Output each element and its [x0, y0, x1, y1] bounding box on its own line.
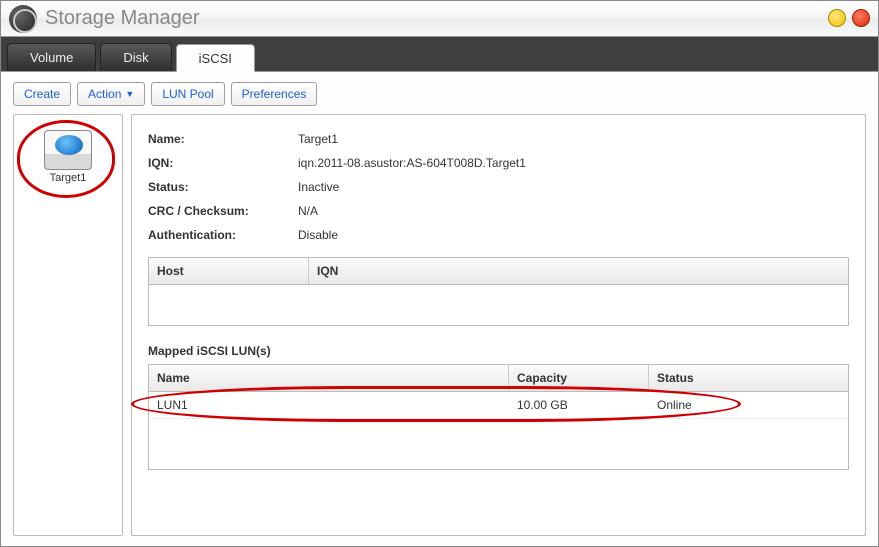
titlebar: Storage Manager: [1, 1, 878, 37]
close-button[interactable]: [852, 9, 870, 27]
lun-pool-button[interactable]: LUN Pool: [151, 82, 224, 106]
label-status: Status:: [148, 180, 298, 194]
value-status: Inactive: [298, 180, 339, 194]
tab-disk[interactable]: Disk: [100, 43, 171, 71]
panels: Target1 Name: Target1 IQN: iqn.2011-08.a…: [13, 114, 866, 536]
column-header-lun-name[interactable]: Name: [149, 365, 509, 391]
tab-bar: Volume Disk iSCSI: [1, 37, 878, 71]
lun-table-body-spacer: [149, 419, 848, 469]
lun-cell-name: LUN1: [149, 392, 509, 418]
info-row-name: Name: Target1: [148, 127, 849, 151]
host-table-body: [149, 285, 848, 325]
host-table-head: Host IQN: [149, 258, 848, 285]
detail-panel: Name: Target1 IQN: iqn.2011-08.asustor:A…: [131, 114, 866, 536]
create-button[interactable]: Create: [13, 82, 71, 106]
table-row[interactable]: LUN1 10.00 GB Online: [149, 392, 848, 419]
lun-table-head: Name Capacity Status: [149, 365, 848, 392]
lun-cell-capacity: 10.00 GB: [509, 392, 649, 418]
app-icon: [9, 5, 37, 33]
storage-manager-window: Storage Manager Volume Disk iSCSI Create…: [0, 0, 879, 547]
toolbar: Create Action ▼ LUN Pool Preferences: [13, 82, 866, 106]
value-name: Target1: [298, 132, 338, 146]
label-name: Name:: [148, 132, 298, 146]
info-row-iqn: IQN: iqn.2011-08.asustor:AS-604T008D.Tar…: [148, 151, 849, 175]
chevron-down-icon: ▼: [125, 89, 134, 99]
column-header-lun-status[interactable]: Status: [649, 365, 848, 391]
value-crc: N/A: [298, 204, 318, 218]
info-row-crc: CRC / Checksum: N/A: [148, 199, 849, 223]
action-button[interactable]: Action ▼: [77, 82, 145, 106]
preferences-button[interactable]: Preferences: [231, 82, 318, 106]
column-header-iqn[interactable]: IQN: [309, 258, 848, 284]
action-label: Action: [88, 87, 121, 101]
drive-icon: [44, 130, 92, 170]
content-area: Create Action ▼ LUN Pool Preferences Tar…: [1, 71, 878, 546]
label-crc: CRC / Checksum:: [148, 204, 298, 218]
target-item-target1[interactable]: Target1: [20, 121, 116, 191]
minimize-button[interactable]: [828, 9, 846, 27]
target-list-panel: Target1: [13, 114, 123, 536]
label-iqn: IQN:: [148, 156, 298, 170]
host-table: Host IQN: [148, 257, 849, 326]
value-iqn: iqn.2011-08.asustor:AS-604T008D.Target1: [298, 156, 526, 170]
label-auth: Authentication:: [148, 228, 298, 242]
target-label: Target1: [25, 172, 111, 184]
window-title: Storage Manager: [45, 7, 200, 30]
lun-table: Name Capacity Status LUN1 10.00 GB Onlin…: [148, 364, 849, 470]
value-auth: Disable: [298, 228, 338, 242]
window-buttons: [828, 9, 870, 27]
lun-cell-status: Online: [649, 392, 848, 418]
column-header-host[interactable]: Host: [149, 258, 309, 284]
column-header-lun-capacity[interactable]: Capacity: [509, 365, 649, 391]
info-row-status: Status: Inactive: [148, 175, 849, 199]
info-row-auth: Authentication: Disable: [148, 223, 849, 247]
tab-volume[interactable]: Volume: [7, 43, 96, 71]
mapped-lun-label: Mapped iSCSI LUN(s): [148, 344, 849, 358]
tab-iscsi[interactable]: iSCSI: [176, 44, 255, 72]
